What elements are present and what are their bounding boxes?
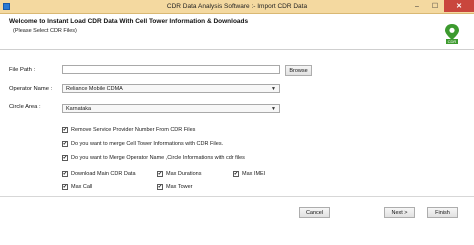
browse-button[interactable]: Browse	[285, 65, 312, 76]
logo-label: CDR	[448, 39, 457, 44]
download-label: Max IMEI	[242, 171, 266, 177]
operator-label: Operator Name :	[9, 86, 53, 92]
wizard-header: Welcome to Instant Load CDR Data With Ce…	[0, 14, 474, 50]
window-title: CDR Data Analysis Software :- Import CDR…	[166, 3, 308, 10]
download-max-durations[interactable]: ✔ Max Durations	[157, 171, 201, 177]
cancel-button[interactable]: Cancel	[299, 207, 330, 218]
download-label: Max Tower	[166, 184, 193, 190]
next-button[interactable]: Next >	[384, 207, 415, 218]
window-controls: – ☐ ✕	[408, 0, 474, 13]
checkbox[interactable]: ✔	[62, 171, 68, 177]
check-icon: ✔	[157, 183, 163, 190]
option-merge-tower[interactable]: ✔ Do you want to merge Cell Tower Inform…	[62, 141, 223, 147]
checkbox[interactable]: ✔	[62, 127, 68, 133]
minimize-icon[interactable]: –	[408, 0, 426, 12]
check-icon: ✔	[62, 170, 68, 177]
operator-select[interactable]: Reliance Mobile CDMA ▼	[62, 84, 280, 93]
download-max-call[interactable]: ✔ Max Call	[62, 184, 92, 190]
finish-button[interactable]: Finish	[427, 207, 458, 218]
circle-select[interactable]: Karnataka ▼	[62, 104, 280, 113]
check-icon: ✔	[62, 183, 68, 190]
download-max-imei[interactable]: ✔ Max IMEI	[233, 171, 265, 177]
option-merge-operator[interactable]: ✔ Do you want to Merge Operator Name ,Ci…	[62, 155, 245, 161]
header-subtitle: (Please Select CDR Files)	[13, 28, 77, 34]
chevron-down-icon: ▼	[271, 86, 276, 92]
check-icon: ✔	[62, 140, 68, 147]
maximize-icon[interactable]: ☐	[426, 0, 444, 12]
close-icon[interactable]: ✕	[444, 0, 474, 12]
check-icon: ✔	[157, 170, 163, 177]
download-main-cdr[interactable]: ✔ Download Main CDR Data	[62, 171, 136, 177]
title-bar: CDR Data Analysis Software :- Import CDR…	[0, 0, 474, 14]
option-remove-provider[interactable]: ✔ Remove Service Provider Number From CD…	[62, 127, 195, 133]
download-label: Max Durations	[166, 171, 202, 177]
download-label: Max Call	[71, 184, 93, 190]
download-max-tower[interactable]: ✔ Max Tower	[157, 184, 193, 190]
checkbox[interactable]: ✔	[157, 171, 163, 177]
checkbox[interactable]: ✔	[157, 184, 163, 190]
circle-label: Circle Area :	[9, 104, 41, 110]
option-label: Do you want to merge Cell Tower Informat…	[71, 141, 224, 147]
file-path-label: File Path :	[9, 67, 36, 73]
option-label: Do you want to Merge Operator Name ,Circ…	[71, 155, 245, 161]
checkbox[interactable]: ✔	[62, 155, 68, 161]
check-icon: ✔	[62, 154, 68, 161]
cdr-logo-icon: CDR	[445, 24, 459, 44]
option-label: Remove Service Provider Number From CDR …	[71, 127, 196, 133]
chevron-down-icon: ▼	[271, 106, 276, 112]
wizard-footer: Cancel Next > Finish	[0, 197, 474, 245]
check-icon: ✔	[233, 170, 239, 177]
checkbox[interactable]: ✔	[62, 184, 68, 190]
download-label: Download Main CDR Data	[71, 171, 136, 177]
checkbox[interactable]: ✔	[62, 141, 68, 147]
check-icon: ✔	[62, 126, 68, 133]
header-title: Welcome to Instant Load CDR Data With Ce…	[9, 18, 249, 25]
checkbox[interactable]: ✔	[233, 171, 239, 177]
file-path-input[interactable]	[62, 65, 280, 74]
operator-value: Reliance Mobile CDMA	[66, 86, 123, 92]
circle-value: Karnataka	[66, 106, 92, 112]
